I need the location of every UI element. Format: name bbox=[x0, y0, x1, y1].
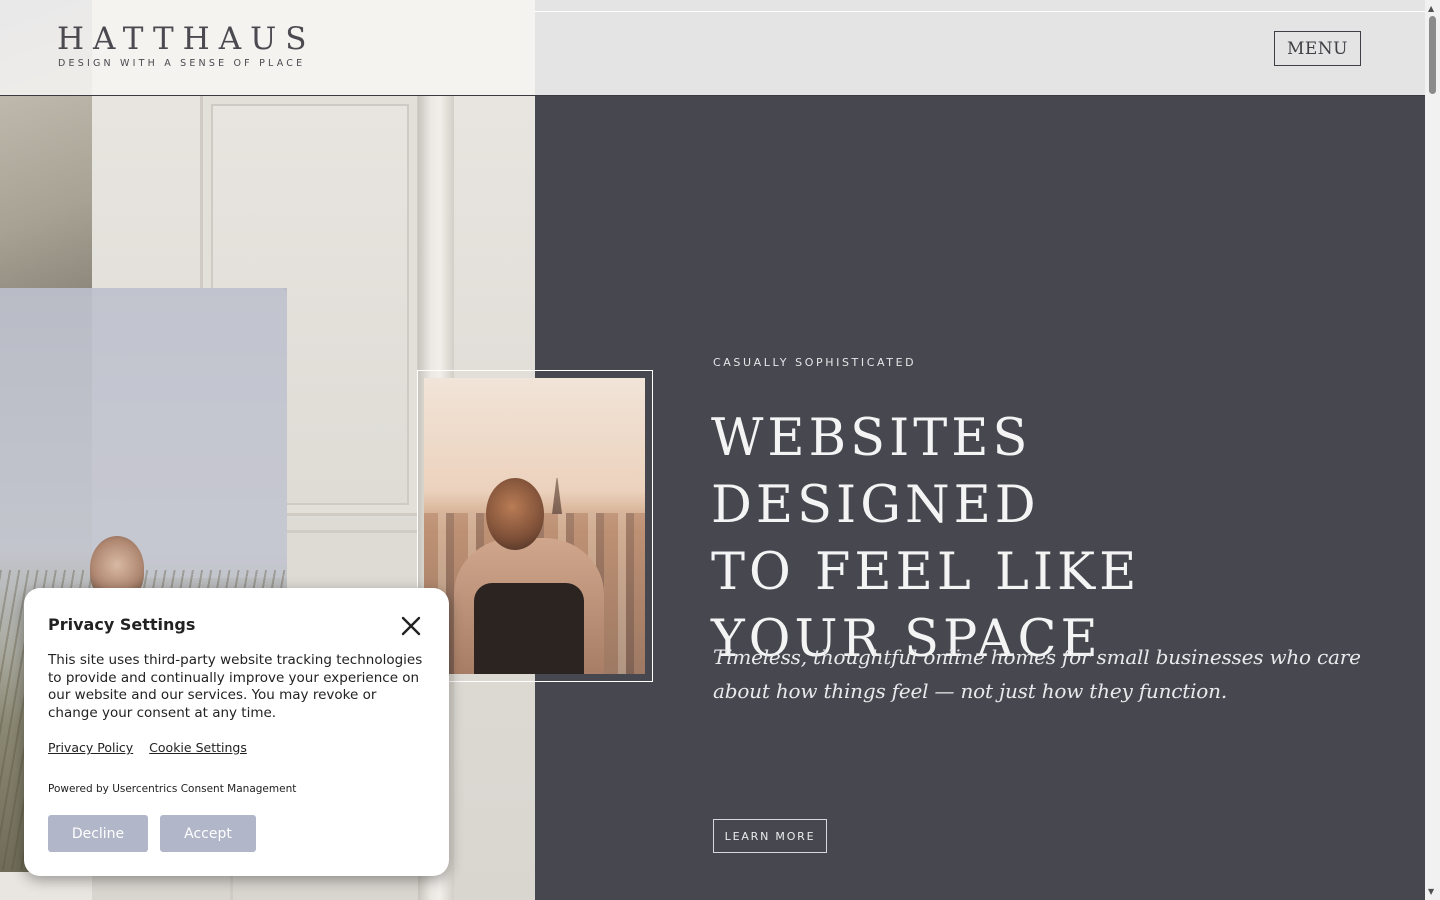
scroll-down-arrow-icon[interactable]: ▼ bbox=[1428, 887, 1434, 896]
beach-sky bbox=[92, 288, 287, 578]
privacy-policy-link[interactable]: Privacy Policy bbox=[48, 740, 133, 755]
privacy-description: This site uses third-party website track… bbox=[48, 652, 423, 721]
hero-headline: WEBSITES DESIGNED TO FEEL LIKE YOUR SPAC… bbox=[711, 405, 1371, 673]
hero-subhead: Timeless, thoughtful online homes for sm… bbox=[713, 645, 1361, 703]
paris-woman-head bbox=[486, 478, 544, 550]
learn-more-button[interactable]: LEARN MORE bbox=[713, 819, 827, 853]
header-logo-area: HATTHAUS DESIGN WITH A SENSE OF PLACE bbox=[0, 0, 535, 96]
collage-photo-jacket bbox=[0, 96, 92, 288]
decline-button[interactable]: Decline bbox=[48, 815, 148, 852]
scrollbar-thumb[interactable] bbox=[1429, 16, 1436, 94]
privacy-settings-dialog: Privacy Settings This site uses third-pa… bbox=[24, 588, 449, 876]
accept-button[interactable]: Accept bbox=[160, 815, 256, 852]
site-logo[interactable]: HATTHAUS bbox=[57, 22, 315, 56]
eiffel-tower bbox=[552, 478, 562, 514]
close-icon[interactable] bbox=[399, 614, 423, 638]
hero-eyebrow: CASUALLY SOPHISTICATED bbox=[713, 356, 917, 369]
powered-by-text: Powered by Usercentrics Consent Manageme… bbox=[48, 783, 297, 795]
menu-button[interactable]: MENU bbox=[1274, 31, 1361, 66]
cookie-settings-link[interactable]: Cookie Settings bbox=[149, 740, 247, 755]
paris-photo bbox=[424, 378, 645, 674]
page-scrollbar[interactable]: ▲ ▼ bbox=[1425, 0, 1440, 900]
privacy-links: Privacy Policy Cookie Settings bbox=[48, 740, 259, 755]
collage-bottom-strip bbox=[0, 872, 92, 900]
headline-line-1: WEBSITES DESIGNED bbox=[711, 409, 1040, 535]
privacy-title: Privacy Settings bbox=[48, 615, 196, 634]
scroll-up-arrow-icon[interactable]: ▲ bbox=[1428, 4, 1434, 13]
paris-woman-top bbox=[474, 583, 584, 674]
site-tagline: DESIGN WITH A SENSE OF PLACE bbox=[58, 58, 306, 69]
headline-line-2: TO FEEL LIKE bbox=[711, 543, 1141, 602]
